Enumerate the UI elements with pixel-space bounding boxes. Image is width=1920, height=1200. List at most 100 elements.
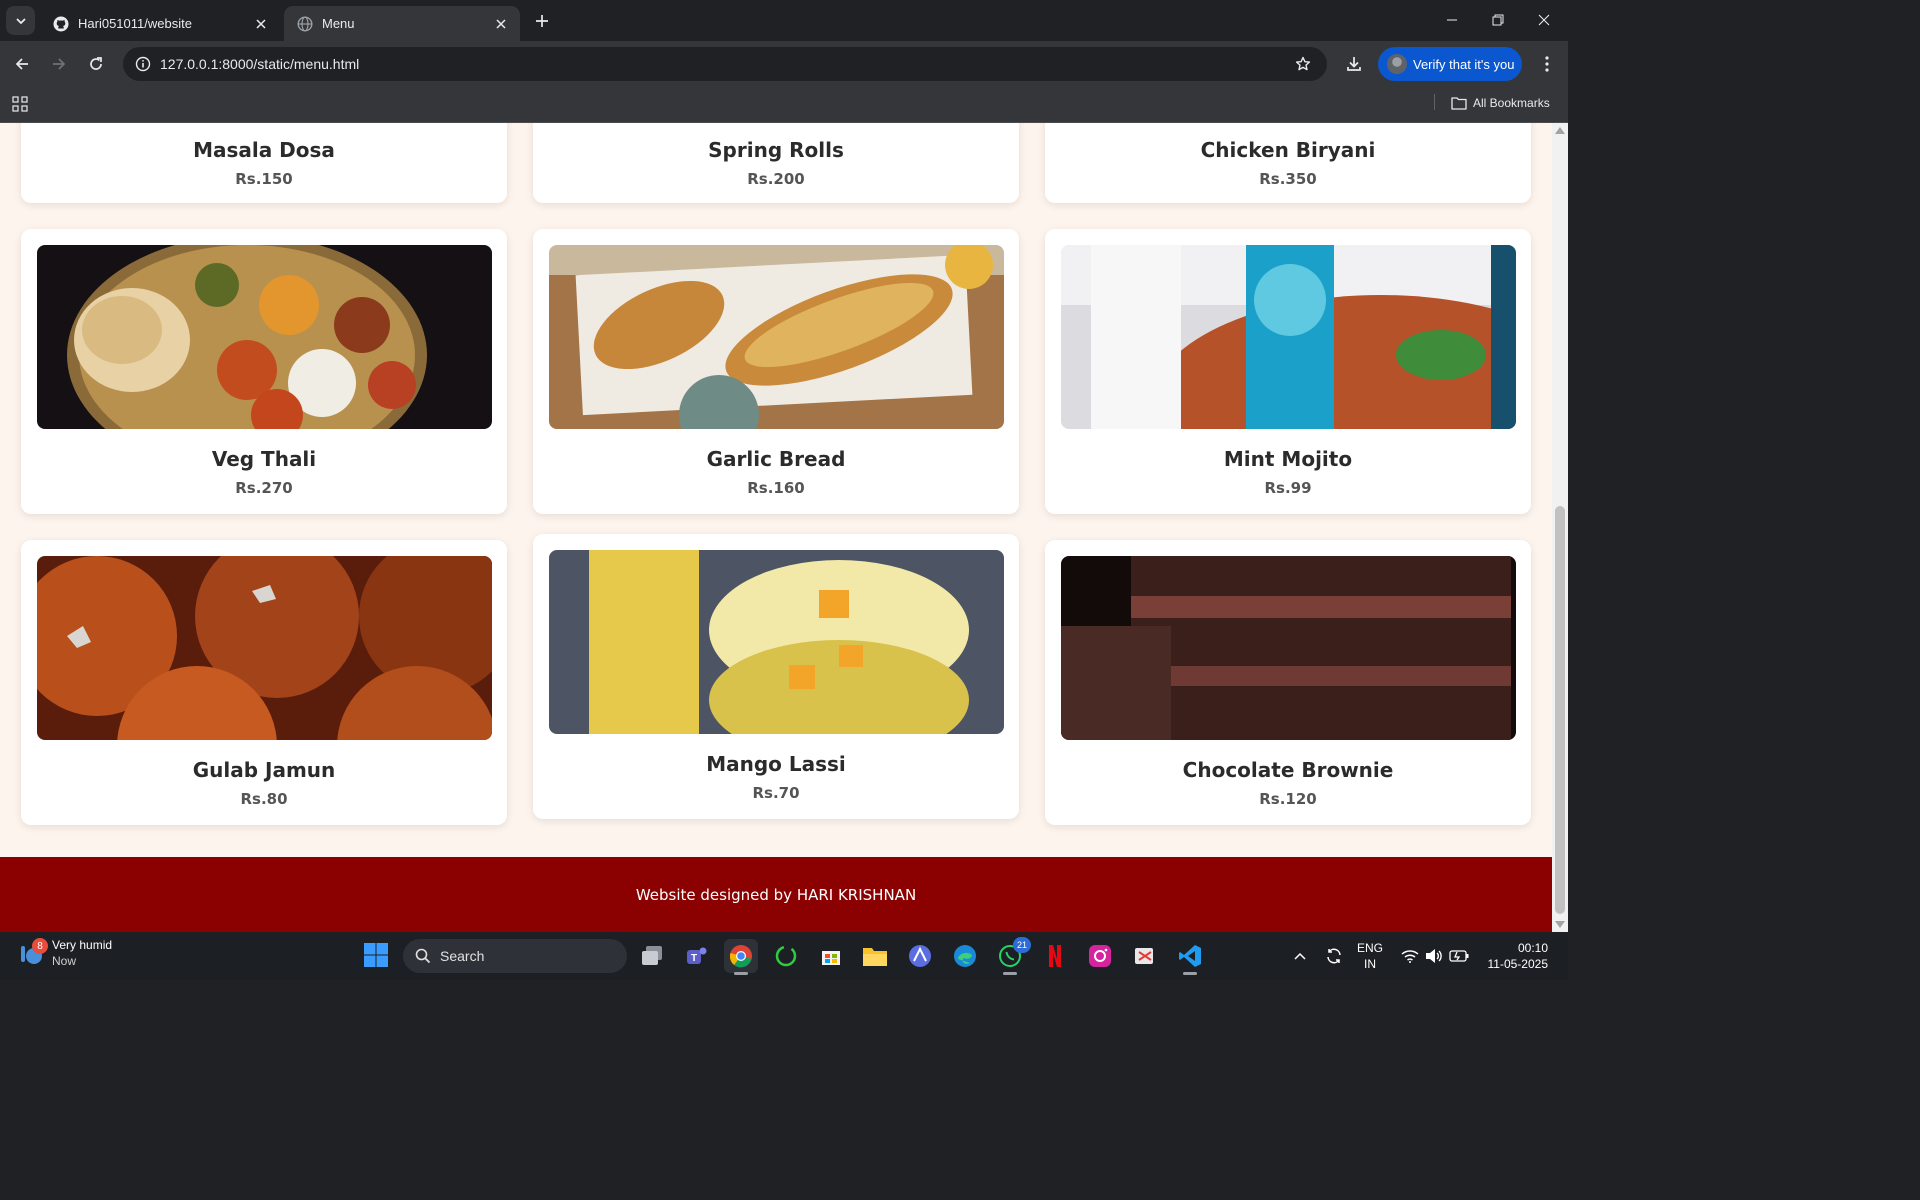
close-icon[interactable] (492, 15, 510, 33)
restore-icon (1492, 14, 1504, 26)
search-label: Search (440, 948, 485, 964)
tab-github[interactable]: Hari051011/website (40, 6, 280, 41)
file-explorer-icon[interactable] (858, 939, 892, 973)
item-price: Rs.350 (1259, 170, 1317, 188)
item-price: Rs.150 (235, 170, 293, 188)
avatar (1387, 54, 1407, 74)
gulab-jamun-photo (37, 556, 492, 740)
chocolate-brownie-photo (1061, 556, 1516, 740)
microsoft-store-icon[interactable] (814, 939, 848, 973)
chrome-icon[interactable] (724, 939, 758, 975)
forward-button[interactable] (45, 50, 73, 78)
vscode-icon[interactable] (1173, 939, 1207, 975)
browser-menu-button[interactable] (1533, 50, 1561, 78)
item-name: Garlic Bread (706, 447, 846, 471)
instagram-icon[interactable] (1083, 939, 1117, 973)
item-name: Chocolate Brownie (1182, 758, 1394, 782)
sync-icon[interactable] (1322, 932, 1346, 980)
close-icon[interactable] (252, 15, 270, 33)
weather-badge: 8 (32, 938, 48, 954)
all-bookmarks-button[interactable]: All Bookmarks (1451, 93, 1550, 113)
address-bar[interactable]: 127.0.0.1:8000/static/menu.html (123, 47, 1327, 81)
edge-icon[interactable] (948, 939, 982, 973)
item-name: Mint Mojito (1223, 447, 1353, 471)
netflix-icon[interactable] (1038, 939, 1072, 973)
tab-title: Menu (322, 16, 355, 31)
clock-date: 11-05-2025 (1487, 957, 1549, 971)
whatsapp-badge: 21 (1013, 937, 1031, 953)
volume-icon[interactable] (1424, 932, 1444, 980)
whatsapp-icon[interactable]: 21 (993, 937, 1031, 975)
app-icon[interactable] (903, 939, 937, 973)
weather-widget[interactable]: 8 Very humid Now (18, 938, 112, 968)
menu-card-mango-lassi[interactable]: Mango Lassi Rs.70 (533, 534, 1019, 819)
item-price: Rs.99 (1264, 479, 1312, 497)
teams-icon[interactable]: T (680, 939, 714, 973)
arrow-left-icon (15, 58, 28, 70)
page-viewport: Masala Dosa Rs.150 Spring Rolls Rs.200 C… (0, 123, 1552, 932)
tab-menu[interactable]: Menu (284, 6, 520, 41)
menu-card-garlic-bread[interactable]: Garlic Bread Rs.160 (533, 229, 1019, 514)
show-hidden-icons-chevron-up-icon[interactable] (1290, 932, 1310, 980)
refresh-app-icon[interactable] (769, 939, 803, 973)
running-indicator (734, 972, 748, 975)
verify-identity-button[interactable]: Verify that it's you (1378, 47, 1522, 81)
download-icon (1347, 57, 1361, 71)
item-name: Gulab Jamun (192, 758, 336, 782)
title-bar: Hari051011/website Menu (0, 0, 1568, 41)
menu-card-veg-thali[interactable]: Veg Thali Rs.270 (21, 229, 507, 514)
close-window-button[interactable] (1521, 0, 1567, 40)
search-icon (415, 948, 431, 964)
item-price: Rs.270 (235, 479, 293, 497)
language-indicator[interactable]: ENG IN (1357, 940, 1383, 972)
tab-search-button[interactable] (6, 6, 35, 35)
scrollbar-thumb[interactable] (1555, 506, 1565, 914)
more-vertical-icon (1545, 56, 1549, 72)
task-view-icon[interactable] (635, 939, 669, 973)
menu-card-chocolate-brownie[interactable]: Chocolate Brownie Rs.120 (1045, 540, 1531, 825)
reload-button[interactable] (82, 50, 110, 78)
scroll-down-arrow-icon[interactable] (1555, 921, 1565, 928)
bookmarks-divider (1434, 94, 1435, 110)
menu-card-mint-mojito[interactable]: Mint Mojito Rs.99 (1045, 229, 1531, 514)
back-button[interactable] (8, 50, 36, 78)
item-name: Mango Lassi (706, 752, 846, 776)
page-scrollbar[interactable] (1552, 123, 1568, 932)
menu-card-masala-dosa[interactable]: Masala Dosa Rs.150 (21, 123, 507, 203)
restore-button[interactable] (1475, 0, 1521, 40)
minimize-button[interactable] (1429, 0, 1475, 40)
item-name: Veg Thali (211, 447, 317, 471)
chevron-down-icon (15, 17, 26, 24)
bookmarks-bar: All Bookmarks (0, 87, 1568, 123)
url-text[interactable]: 127.0.0.1:8000/static/menu.html (160, 56, 359, 72)
downloads-button[interactable] (1340, 50, 1368, 78)
menu-card-spring-rolls[interactable]: Spring Rolls Rs.200 (533, 123, 1019, 203)
apps-grid-icon[interactable] (10, 94, 30, 114)
snipping-tool-icon[interactable] (1128, 939, 1162, 973)
reload-icon (90, 57, 102, 70)
site-info-icon[interactable] (131, 52, 155, 76)
github-icon (53, 16, 69, 31)
scroll-up-arrow-icon[interactable] (1555, 127, 1565, 134)
menu-card-chicken-biryani[interactable]: Chicken Biryani Rs.350 (1045, 123, 1531, 203)
taskbar-search[interactable]: Search (403, 939, 627, 973)
mint-mojito-photo (1061, 245, 1516, 429)
weather-icon: 8 (18, 938, 48, 966)
language-code: ENG (1357, 941, 1384, 955)
item-name: Chicken Biryani (1200, 138, 1376, 162)
wifi-icon[interactable] (1400, 932, 1420, 980)
menu-card-gulab-jamun[interactable]: Gulab Jamun Rs.80 (21, 540, 507, 825)
windows-start-icon[interactable] (363, 942, 391, 970)
close-icon (1538, 14, 1550, 26)
running-indicator (1183, 972, 1197, 975)
item-price: Rs.70 (752, 784, 800, 802)
system-clock[interactable]: 00:10 11-05-2025 (1484, 940, 1549, 972)
region-code: IN (1364, 957, 1376, 971)
veg-thali-photo (37, 245, 492, 429)
running-indicator (1003, 972, 1017, 975)
weather-title: Very humid (52, 938, 113, 952)
new-tab-button[interactable] (529, 8, 554, 33)
item-price: Rs.160 (747, 479, 805, 497)
battery-icon[interactable] (1448, 932, 1470, 980)
bookmark-star-icon[interactable] (1293, 54, 1313, 74)
